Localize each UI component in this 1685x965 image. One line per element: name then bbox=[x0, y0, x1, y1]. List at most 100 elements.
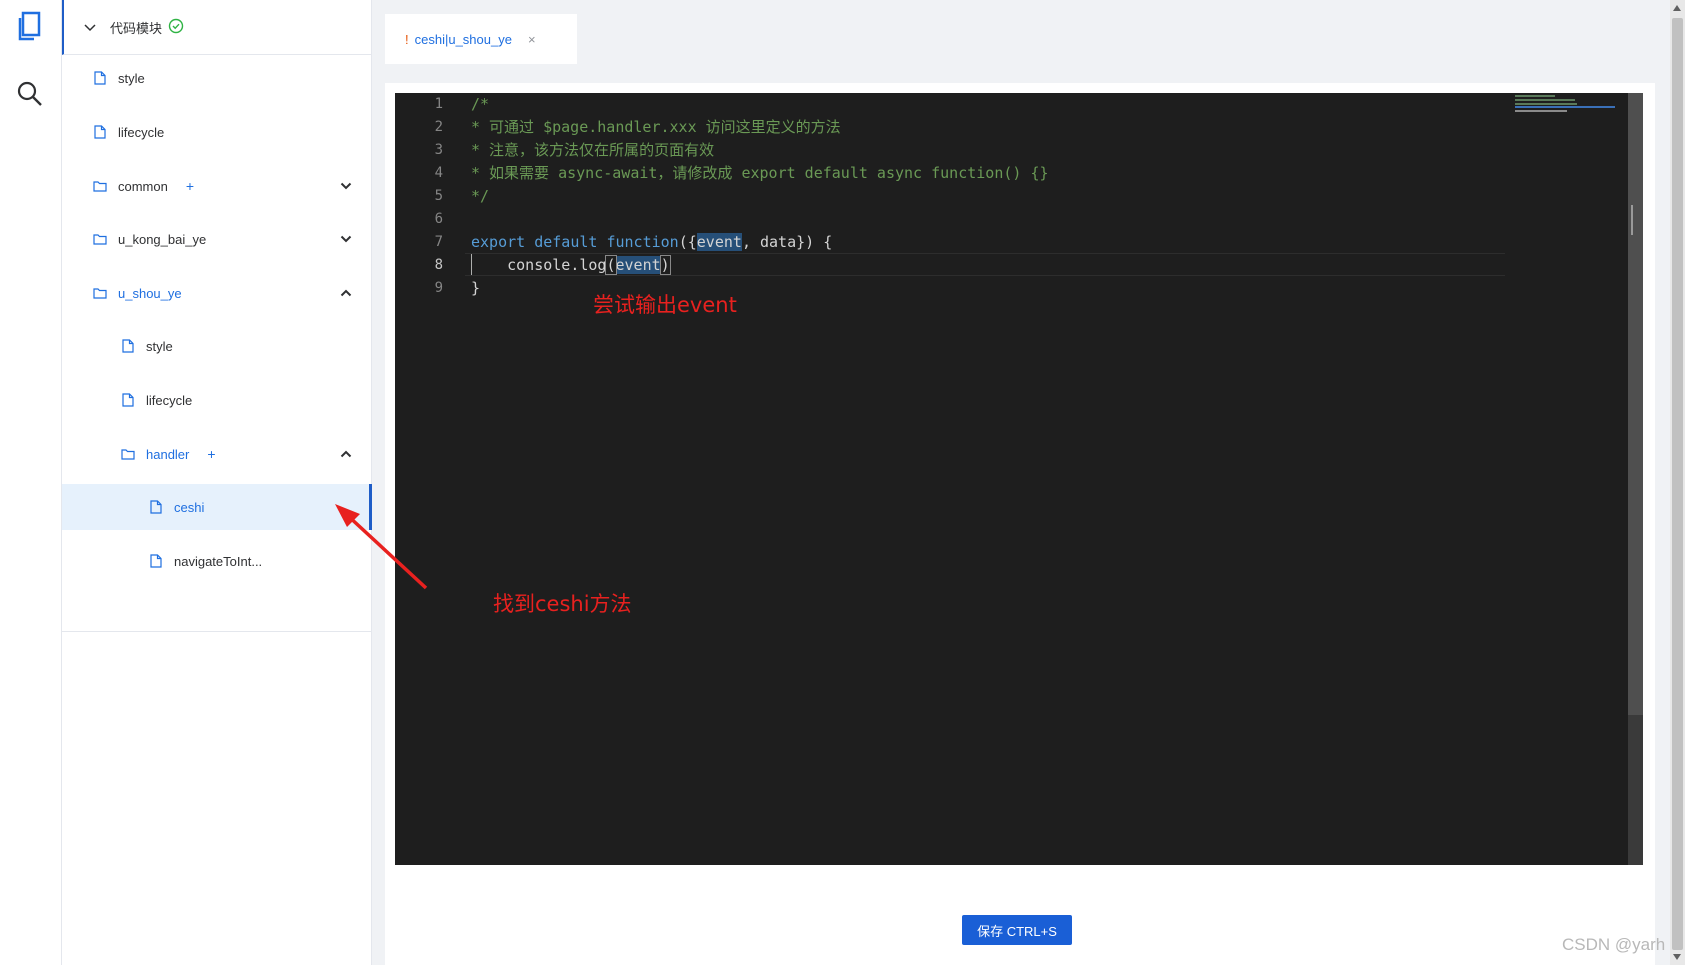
folder-icon bbox=[92, 178, 108, 194]
cursor-position-marker bbox=[1631, 205, 1641, 235]
tree-item-label: u_shou_ye bbox=[118, 285, 182, 301]
scroll-down-arrow-icon[interactable] bbox=[1673, 954, 1681, 960]
line-number: 2 bbox=[434, 119, 443, 135]
chevron-up-icon[interactable] bbox=[340, 446, 352, 461]
add-file-button[interactable]: + bbox=[207, 446, 215, 462]
file-icon bbox=[148, 499, 164, 515]
tab-label: ceshi|u_shou_ye bbox=[414, 31, 512, 47]
sidebar-header[interactable]: 代码模块 bbox=[62, 0, 372, 55]
files-icon bbox=[17, 11, 43, 46]
highlighted-token: event bbox=[696, 233, 742, 251]
line-number: 9 bbox=[434, 280, 443, 296]
tree-item-label: ceshi bbox=[174, 499, 205, 515]
search-icon bbox=[16, 80, 44, 113]
app-window: 代码模块 style lifecycle common + u_kong_bai… bbox=[0, 0, 1685, 965]
keyword-token: function bbox=[606, 233, 679, 251]
code-line-1: /* bbox=[471, 95, 490, 113]
code-module-sidebar: 代码模块 style lifecycle common + u_kong_bai… bbox=[62, 0, 372, 965]
line-number: 3 bbox=[434, 142, 443, 158]
scroll-up-arrow-icon[interactable] bbox=[1673, 5, 1681, 11]
tree-folder-u-kong-bai-ye[interactable]: u_kong_bai_ye bbox=[62, 216, 372, 262]
scrollbar-thumb[interactable] bbox=[1628, 93, 1643, 715]
code-line-7: export default function({event, data}) { bbox=[471, 231, 832, 254]
chevron-down-icon[interactable] bbox=[340, 231, 352, 246]
main-area: ! ceshi|u_shou_ye × 1 2 3 4 5 6 7 8 9 /*… bbox=[385, 0, 1670, 965]
activity-bar bbox=[0, 0, 62, 965]
check-circle-icon bbox=[168, 18, 184, 37]
editor-scrollbar[interactable] bbox=[1628, 93, 1643, 865]
line-number-current: 8 bbox=[434, 257, 443, 273]
line-number: 6 bbox=[434, 211, 443, 227]
page-scrollbar[interactable] bbox=[1670, 0, 1685, 965]
keyword-token: default bbox=[534, 233, 598, 251]
code-line-5: */ bbox=[471, 187, 490, 205]
tree-item-label: lifecycle bbox=[146, 392, 193, 408]
annotation-find-method: 找到ceshi方法 bbox=[493, 592, 632, 616]
search-button[interactable] bbox=[0, 68, 60, 124]
code-token: console.log bbox=[507, 256, 607, 274]
annotation-output-event: 尝试输出event bbox=[593, 293, 737, 317]
sidebar-title: 代码模块 bbox=[110, 20, 163, 36]
save-button[interactable]: 保存 CTRL+S bbox=[962, 915, 1072, 945]
line-number: 4 bbox=[434, 165, 443, 181]
tree-item-label: u_kong_bai_ye bbox=[118, 231, 207, 247]
code-editor[interactable]: 1 2 3 4 5 6 7 8 9 /* * 可通过 $page.handler… bbox=[395, 93, 1643, 865]
code-line-4: * 如果需要 async-await，请修改成 export default a… bbox=[471, 164, 1049, 182]
tree-folder-common[interactable]: common + bbox=[62, 163, 372, 209]
code-token: ({ bbox=[678, 233, 697, 251]
file-icon bbox=[120, 338, 136, 354]
code-token: , data}) { bbox=[741, 233, 833, 251]
code-line-9: } bbox=[471, 279, 481, 297]
tree-folder-handler[interactable]: handler + bbox=[62, 431, 372, 477]
tree-item-ceshi[interactable]: ceshi bbox=[62, 484, 372, 530]
tree-item-style[interactable]: style bbox=[62, 55, 372, 101]
tree-item-label: lifecycle bbox=[118, 124, 165, 140]
close-icon[interactable]: × bbox=[528, 32, 536, 47]
minimap-line bbox=[1515, 106, 1615, 108]
keyword-token: export bbox=[471, 233, 526, 251]
bracket-token: ) bbox=[659, 255, 671, 275]
tree-item-label: common bbox=[118, 178, 168, 194]
tree-item-label: style bbox=[146, 338, 173, 354]
code-line-3: * 注意，该方法仅在所属的页面有效 bbox=[471, 141, 715, 159]
folder-icon bbox=[92, 285, 108, 301]
line-number: 5 bbox=[434, 188, 443, 204]
folder-icon bbox=[92, 231, 108, 247]
code-line-2: * 可通过 $page.handler.xxx 访问这里定义的方法 bbox=[471, 118, 841, 136]
tree-item-label: handler bbox=[146, 446, 190, 462]
chevron-up-icon[interactable] bbox=[340, 285, 352, 300]
tree-item-style[interactable]: style bbox=[62, 323, 372, 369]
unsaved-indicator: ! bbox=[405, 31, 409, 47]
bracket-token: ( bbox=[605, 255, 617, 275]
file-icon bbox=[148, 553, 164, 569]
line-number: 1 bbox=[434, 96, 443, 112]
minimap[interactable] bbox=[1513, 93, 1623, 865]
line-number: 7 bbox=[434, 234, 443, 250]
file-icon bbox=[120, 392, 136, 408]
minimap-line bbox=[1515, 103, 1577, 105]
minimap-line bbox=[1515, 110, 1567, 112]
page-scrollbar-thumb[interactable] bbox=[1672, 18, 1683, 950]
line-number-gutter: 1 2 3 4 5 6 7 8 9 bbox=[395, 93, 465, 865]
explorer-button[interactable] bbox=[0, 0, 60, 56]
minimap-line bbox=[1515, 95, 1555, 97]
editor-panel: 1 2 3 4 5 6 7 8 9 /* * 可通过 $page.handler… bbox=[385, 83, 1655, 965]
tab-ceshi-u-shou-ye[interactable]: ! ceshi|u_shou_ye × bbox=[385, 14, 577, 64]
tree-item-lifecycle[interactable]: lifecycle bbox=[62, 109, 372, 155]
highlighted-token: event bbox=[615, 256, 661, 274]
chevron-down-icon[interactable] bbox=[84, 20, 96, 35]
file-icon bbox=[92, 124, 108, 140]
tree-item-navigate-to-int[interactable]: navigateToInt... bbox=[62, 538, 372, 584]
tree-item-label: style bbox=[118, 70, 145, 86]
minimap-line bbox=[1515, 99, 1575, 101]
tree-item-label: navigateToInt... bbox=[174, 553, 263, 569]
tree-item-lifecycle[interactable]: lifecycle bbox=[62, 377, 372, 423]
chevron-down-icon[interactable] bbox=[340, 178, 352, 193]
file-icon bbox=[92, 70, 108, 86]
add-file-button[interactable]: + bbox=[186, 178, 194, 194]
tree-divider bbox=[62, 631, 372, 632]
tree-folder-u-shou-ye[interactable]: u_shou_ye bbox=[62, 270, 372, 316]
code-line-8: console.log(event) bbox=[471, 254, 671, 277]
watermark: CSDN @yarh bbox=[1562, 935, 1666, 954]
